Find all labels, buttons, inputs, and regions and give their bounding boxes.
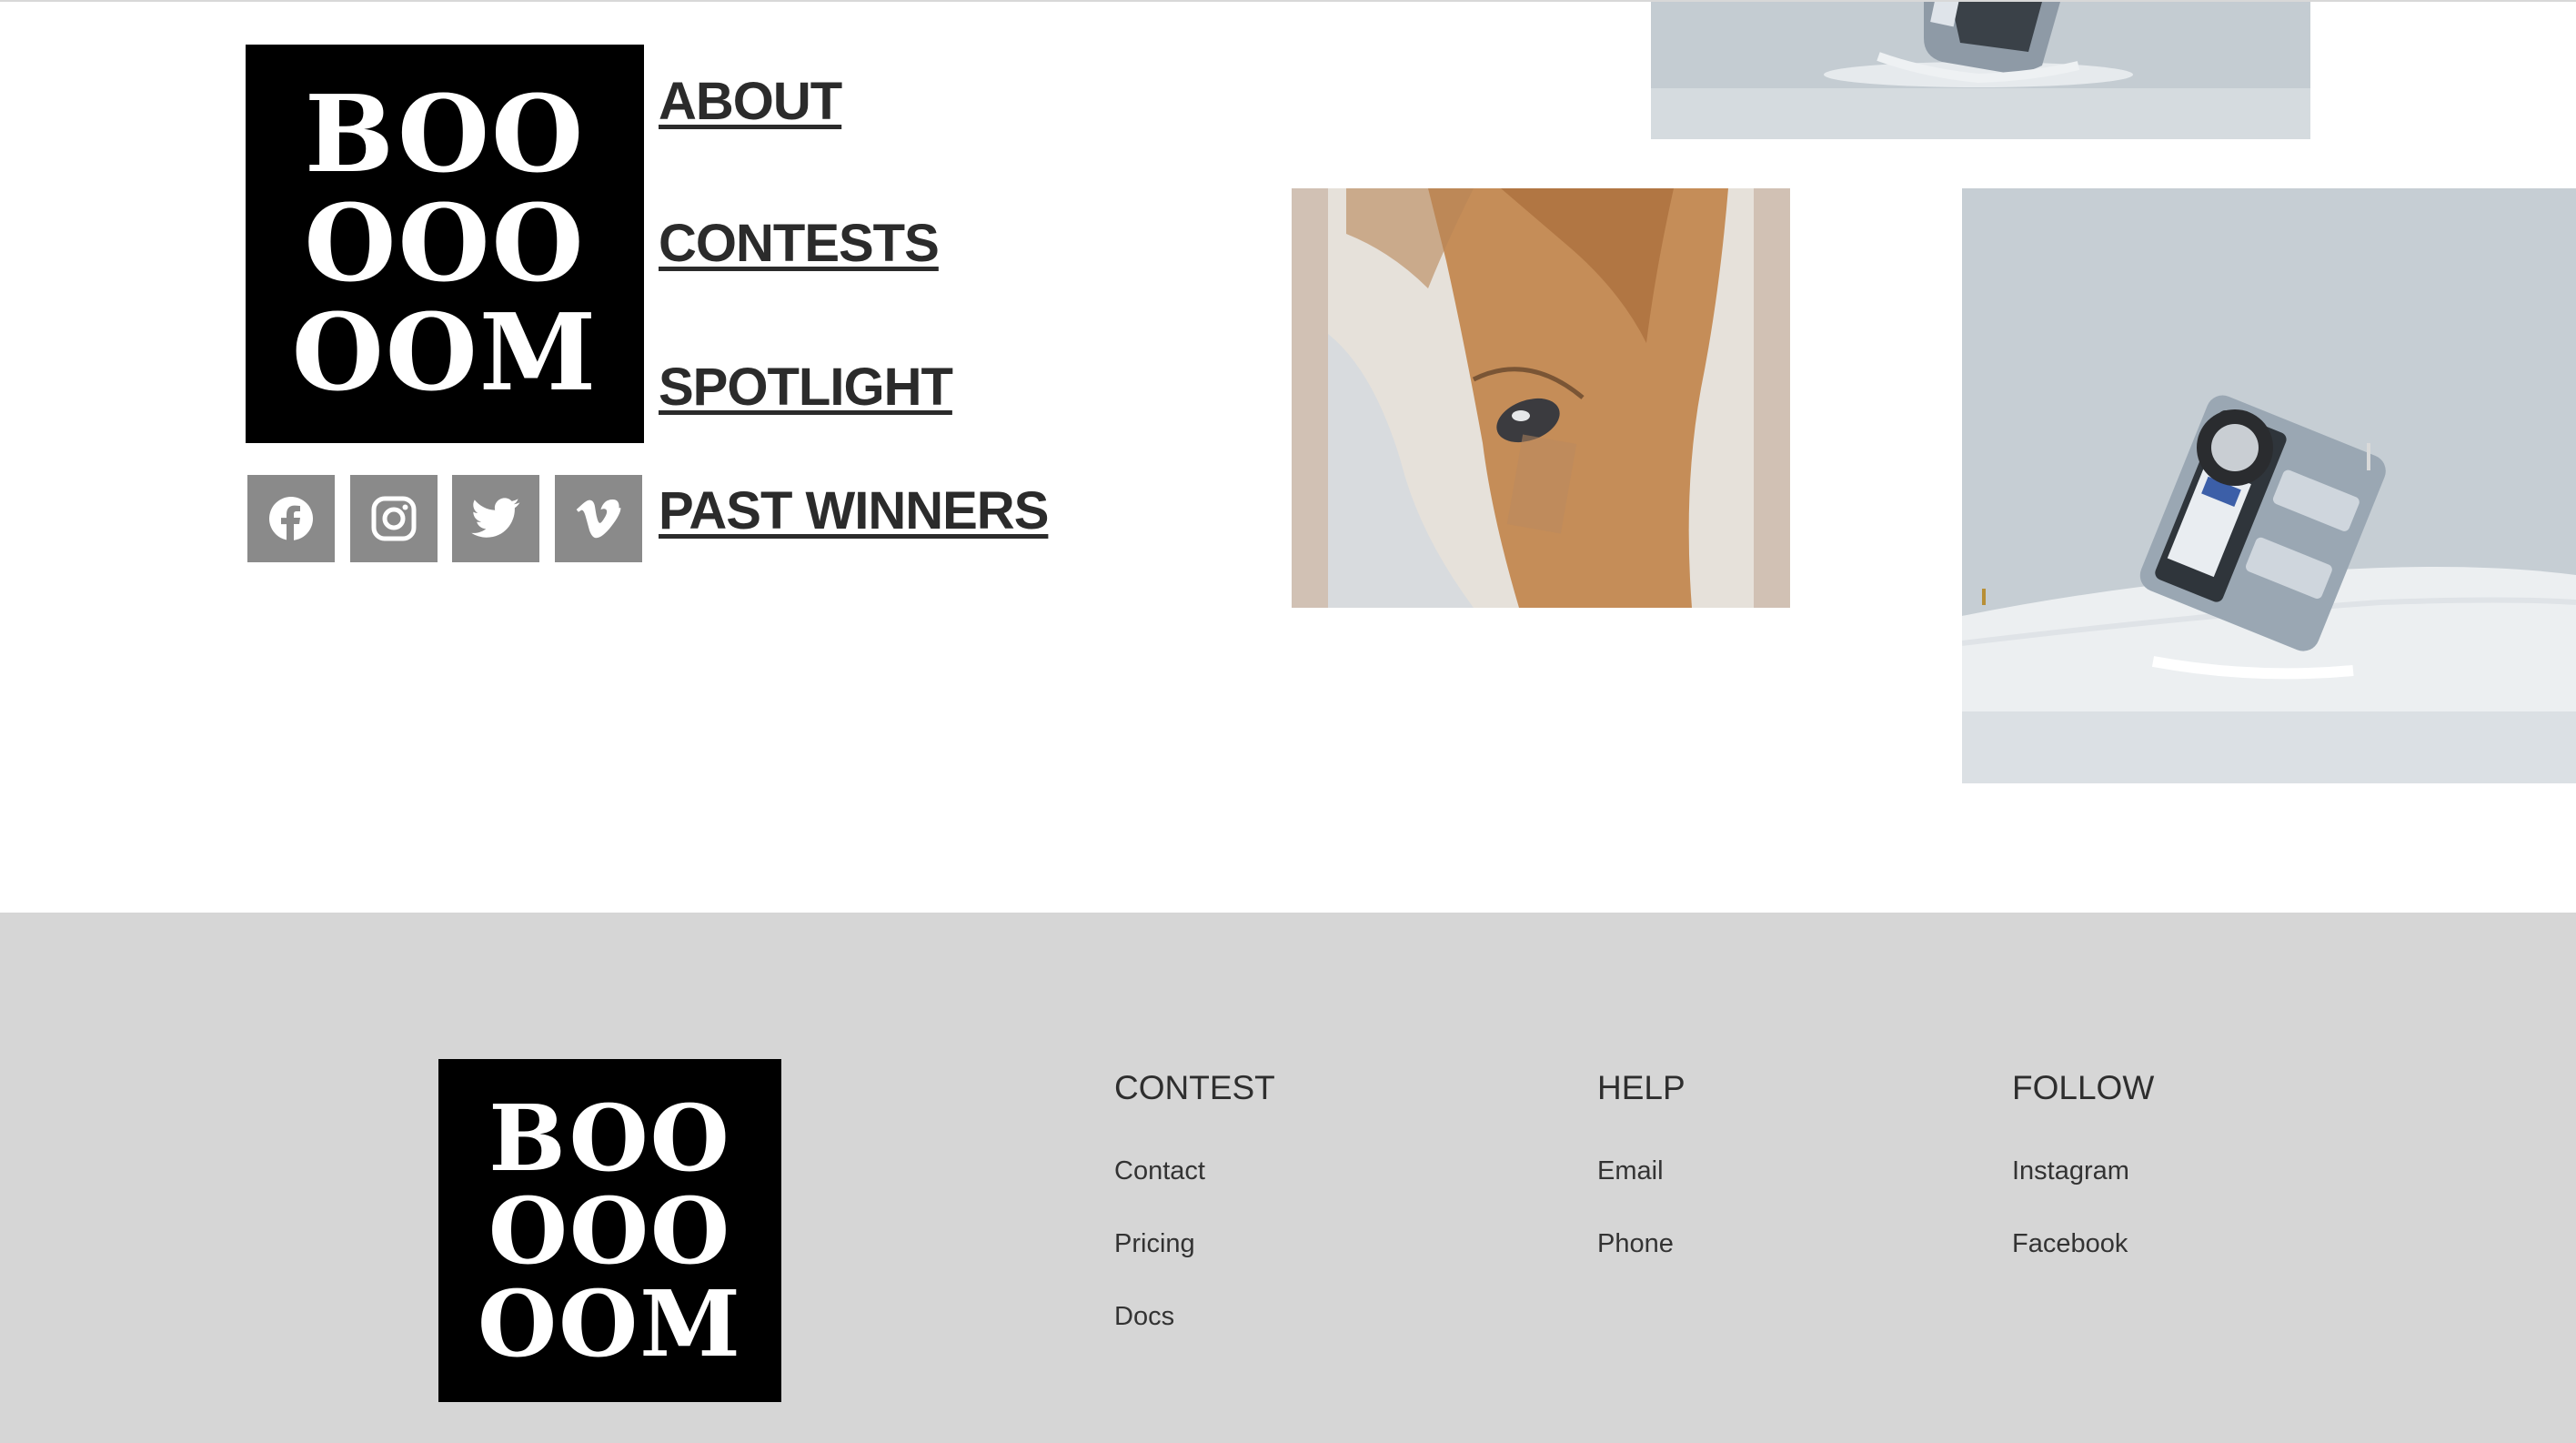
footer-link-instagram[interactable]: Instagram <box>2012 1156 2129 1186</box>
horse-photo-graphic <box>1292 188 1790 608</box>
vimeo-button[interactable] <box>555 475 642 562</box>
gallery-image-car-top[interactable] <box>1651 2 2310 139</box>
footer-link-pricing[interactable]: Pricing <box>1114 1229 1195 1259</box>
gallery-image-horse[interactable] <box>1292 188 1790 608</box>
footer-heading-follow: FOLLOW <box>2012 1069 2155 1106</box>
gallery-image-car[interactable] <box>1962 188 2576 783</box>
vimeo-icon <box>576 499 621 539</box>
facebook-button[interactable] <box>247 475 335 562</box>
footer-logo[interactable]: BOO OOO OOM <box>438 1059 781 1402</box>
car-photo-graphic <box>1962 188 2576 783</box>
nav-link-past-winners[interactable]: PAST WINNERS <box>659 480 1049 541</box>
logo-line: OOO <box>304 182 586 306</box>
logo-line: OOM <box>291 291 599 415</box>
instagram-button[interactable] <box>350 475 438 562</box>
footer-link-facebook[interactable]: Facebook <box>2012 1229 2128 1259</box>
footer-link-email[interactable]: Email <box>1597 1156 1664 1186</box>
car-photo-graphic <box>1651 2 2310 139</box>
footer-heading-help: HELP <box>1597 1069 1685 1106</box>
logo-line: OOO <box>488 1176 732 1285</box>
nav-link-spotlight[interactable]: SPOTLIGHT <box>659 357 953 418</box>
twitter-button[interactable] <box>452 475 539 562</box>
footer-link-docs[interactable]: Docs <box>1114 1302 1174 1332</box>
page: BOO OOO OOM ABOUT CONTESTS SPOTLIGHT PAS… <box>0 0 2576 1443</box>
footer-link-phone[interactable]: Phone <box>1597 1229 1674 1259</box>
header-logo[interactable]: BOO OOO OOM <box>246 45 644 443</box>
nav-link-about[interactable]: ABOUT <box>659 71 842 132</box>
logo-line: OOM <box>478 1269 742 1377</box>
footer-heading-contest: CONTEST <box>1114 1069 1275 1106</box>
facebook-icon <box>269 497 313 541</box>
logo-line: BOO <box>488 1084 731 1192</box>
instagram-icon <box>371 496 417 541</box>
footer: BOO OOO OOM CONTEST Contact Pricing Docs… <box>0 913 2576 1443</box>
twitter-icon <box>471 498 520 538</box>
footer-link-contact[interactable]: Contact <box>1114 1156 1205 1186</box>
logo-line: BOO <box>304 73 586 197</box>
nav-link-contests[interactable]: CONTESTS <box>659 213 940 274</box>
